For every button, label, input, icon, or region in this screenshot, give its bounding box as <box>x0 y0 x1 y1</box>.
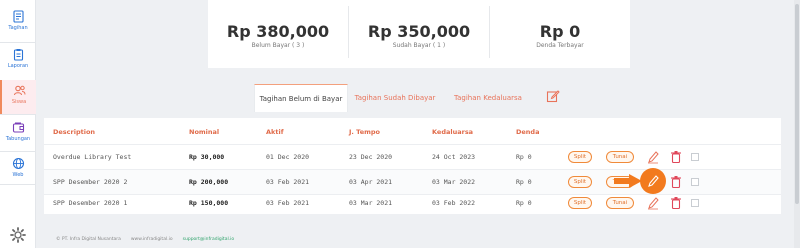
stat-label: Sudah Bayar ( 1 ) <box>392 42 446 49</box>
table-row: SPP Desember 2020 1 Rp 150,000 03 Feb 20… <box>44 191 781 215</box>
cell-nominal: Rp 30,000 <box>189 153 225 161</box>
cell-description: Overdue Library Test <box>53 153 132 161</box>
stat-fine: Rp 0 Denda Terbayar <box>490 0 630 68</box>
sidebar: Tagihan Laporan Siswa Tabungan Web <box>0 0 36 248</box>
sidebar-item-tabungan[interactable]: Tabungan <box>0 121 36 155</box>
sidebar-item-siswa[interactable]: Siswa <box>0 80 36 114</box>
cell-tempo: 03 Mar 2021 <box>349 199 393 207</box>
tab-belum-bayar[interactable]: Tagihan Belum di Bayar <box>254 84 348 112</box>
stat-label: Belum Bayar ( 3 ) <box>251 42 305 49</box>
divider <box>0 114 36 115</box>
sidebar-item-label: Siswa <box>11 99 27 105</box>
table-row: Overdue Library Test Rp 30,000 01 Dec 20… <box>44 145 781 169</box>
cell-nominal: Rp 150,000 <box>189 199 229 207</box>
gear-icon[interactable] <box>9 226 27 244</box>
tab-kedaluarsa[interactable]: Tagihan Kedaluarsa <box>446 84 530 112</box>
stat-paid: Rp 350,000 Sudah Bayar ( 1 ) <box>349 0 489 68</box>
sidebar-item-laporan[interactable]: Laporan <box>0 48 36 82</box>
invoice-icon <box>12 10 24 23</box>
tunai-button[interactable]: Tunai <box>606 151 634 163</box>
trash-icon[interactable] <box>670 150 682 164</box>
footer-email[interactable]: support@infradigital.io <box>183 237 235 242</box>
bill-table: Description Nominal Aktif J. Tempo Kedal… <box>44 118 781 214</box>
column-header: Aktif <box>266 128 284 136</box>
cell-aktif: 01 Dec 2020 <box>266 153 310 161</box>
stat-label: Denda Terbayar <box>536 42 584 49</box>
footer-website[interactable]: www.infradigital.io <box>131 237 173 242</box>
cell-aktif: 03 Feb 2021 <box>266 199 310 207</box>
column-header: J. Tempo <box>349 128 381 136</box>
split-button[interactable]: Split <box>568 197 592 209</box>
highlighted-edit-button[interactable] <box>640 168 666 194</box>
sidebar-item-label: Laporan <box>7 63 29 69</box>
tab-sudah-bayar[interactable]: Tagihan Sudah Dibayar <box>350 84 440 112</box>
cell-kedaluarsa: 24 Oct 2023 <box>432 153 476 161</box>
divider <box>0 151 36 152</box>
column-header: Nominal <box>189 128 220 136</box>
trash-icon[interactable] <box>670 196 682 210</box>
column-header: Denda <box>516 128 540 136</box>
edit-icon[interactable] <box>546 89 560 103</box>
cell-kedaluarsa: 03 Feb 2022 <box>432 199 476 207</box>
divider <box>0 184 36 185</box>
split-button[interactable]: Split <box>568 151 592 163</box>
footer: © PT. Infra Digital Nusantara www.infrad… <box>36 230 800 248</box>
row-checkbox[interactable] <box>691 199 699 207</box>
cell-tempo: 23 Dec 2020 <box>349 153 393 161</box>
sidebar-item-label: Tabungan <box>5 136 31 142</box>
globe-icon <box>12 157 24 170</box>
scrollbar-thumb[interactable] <box>795 4 799 204</box>
row-checkbox[interactable] <box>691 153 699 161</box>
cell-denda: Rp 0 <box>516 199 532 207</box>
clipboard-icon <box>13 49 23 61</box>
stat-value: Rp 350,000 <box>367 22 471 41</box>
trash-icon[interactable] <box>670 175 682 189</box>
users-icon <box>13 85 25 96</box>
cell-denda: Rp 0 <box>516 153 532 161</box>
pencil-icon[interactable] <box>647 150 659 164</box>
pointer-arrow-icon <box>614 174 642 188</box>
footer-company: © PT. Infra Digital Nusantara <box>56 236 121 242</box>
stat-value: Rp 0 <box>539 22 581 41</box>
stat-unpaid: Rp 380,000 Belum Bayar ( 3 ) <box>208 0 348 68</box>
wallet-icon <box>12 122 24 133</box>
column-header: Kedaluarsa <box>432 128 474 136</box>
pencil-icon <box>648 175 659 187</box>
summary-card: Rp 380,000 Belum Bayar ( 3 ) Rp 350,000 … <box>208 0 630 68</box>
sidebar-item-label: Tagihan <box>8 25 28 31</box>
divider <box>0 42 36 43</box>
tunai-button[interactable]: Tunai <box>606 197 634 209</box>
stat-value: Rp 380,000 <box>226 22 330 41</box>
pencil-icon[interactable] <box>647 196 659 210</box>
sidebar-item-label: Web <box>12 172 24 178</box>
sidebar-item-tagihan[interactable]: Tagihan <box>0 10 36 44</box>
column-header: Description <box>53 128 96 136</box>
sidebar-item-web[interactable]: Web <box>0 157 36 191</box>
cell-description: SPP Desember 2020 1 <box>53 199 128 207</box>
split-button[interactable]: Split <box>568 176 592 188</box>
row-checkbox[interactable] <box>691 178 699 186</box>
